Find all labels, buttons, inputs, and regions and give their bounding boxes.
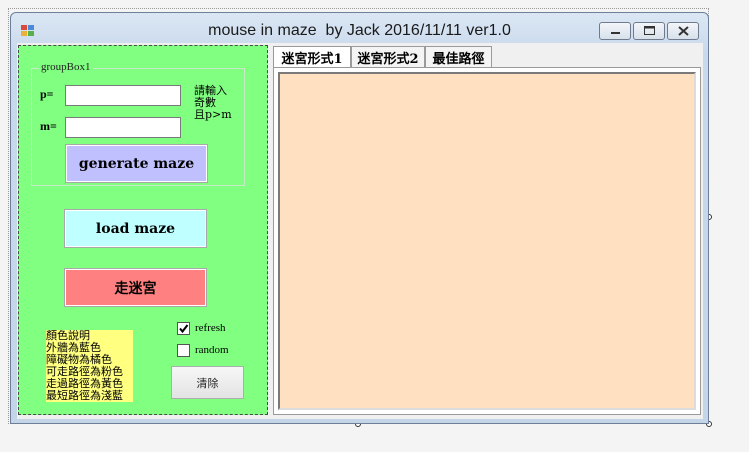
m-label: m= [40,119,57,133]
tab-page [273,67,701,415]
refresh-label: refresh [195,322,226,334]
tab-maze-form-1[interactable]: 迷宮形式1 [273,46,351,68]
random-label: random [195,344,229,356]
p-label: p= [40,87,54,101]
input-hint: 請輸入 奇數 且p>m [194,85,244,121]
checkbox-box[interactable] [177,344,190,357]
control-panel: groupBox1 p= m= 請輸入 奇數 且p>m generate maz… [18,45,268,415]
groupbox-title: groupBox1 [39,61,93,73]
client-area: groupBox1 p= m= 請輸入 奇數 且p>m generate maz… [17,43,703,419]
legend-line: 最短路徑為淺藍 [46,389,123,402]
close-button[interactable] [667,22,699,40]
minimize-icon [611,32,620,34]
maze-canvas[interactable] [278,72,696,410]
checkbox-box[interactable] [177,322,190,335]
maximize-icon [644,26,655,35]
clear-button[interactable]: 清除 [171,366,244,399]
close-icon [678,26,689,36]
groupbox: groupBox1 p= m= 請輸入 奇數 且p>m generate maz… [31,61,245,186]
load-maze-button[interactable]: load maze [64,209,207,248]
maximize-button[interactable] [633,22,665,40]
tab-best-path[interactable]: 最佳路徑 [425,46,492,67]
generate-maze-button[interactable]: generate maze [65,144,208,183]
checkmark-icon [179,324,189,334]
p-input[interactable] [65,85,181,106]
title-bar[interactable]: mouse in maze by Jack 2016/11/11 ver1.0 [11,13,708,43]
minimize-button[interactable] [599,22,631,40]
hint-line: 且p>m [194,108,232,121]
tab-maze-form-2[interactable]: 迷宮形式2 [351,46,425,67]
color-legend: 顏色說明 外牆為藍色 障礙物為橘色 可走路徑為粉色 走過路徑為黃色 最短路徑為淺… [46,330,133,402]
walk-maze-button[interactable]: 走迷宮 [64,268,207,307]
main-window: mouse in maze by Jack 2016/11/11 ver1.0 … [10,12,709,424]
m-input[interactable] [65,117,181,138]
